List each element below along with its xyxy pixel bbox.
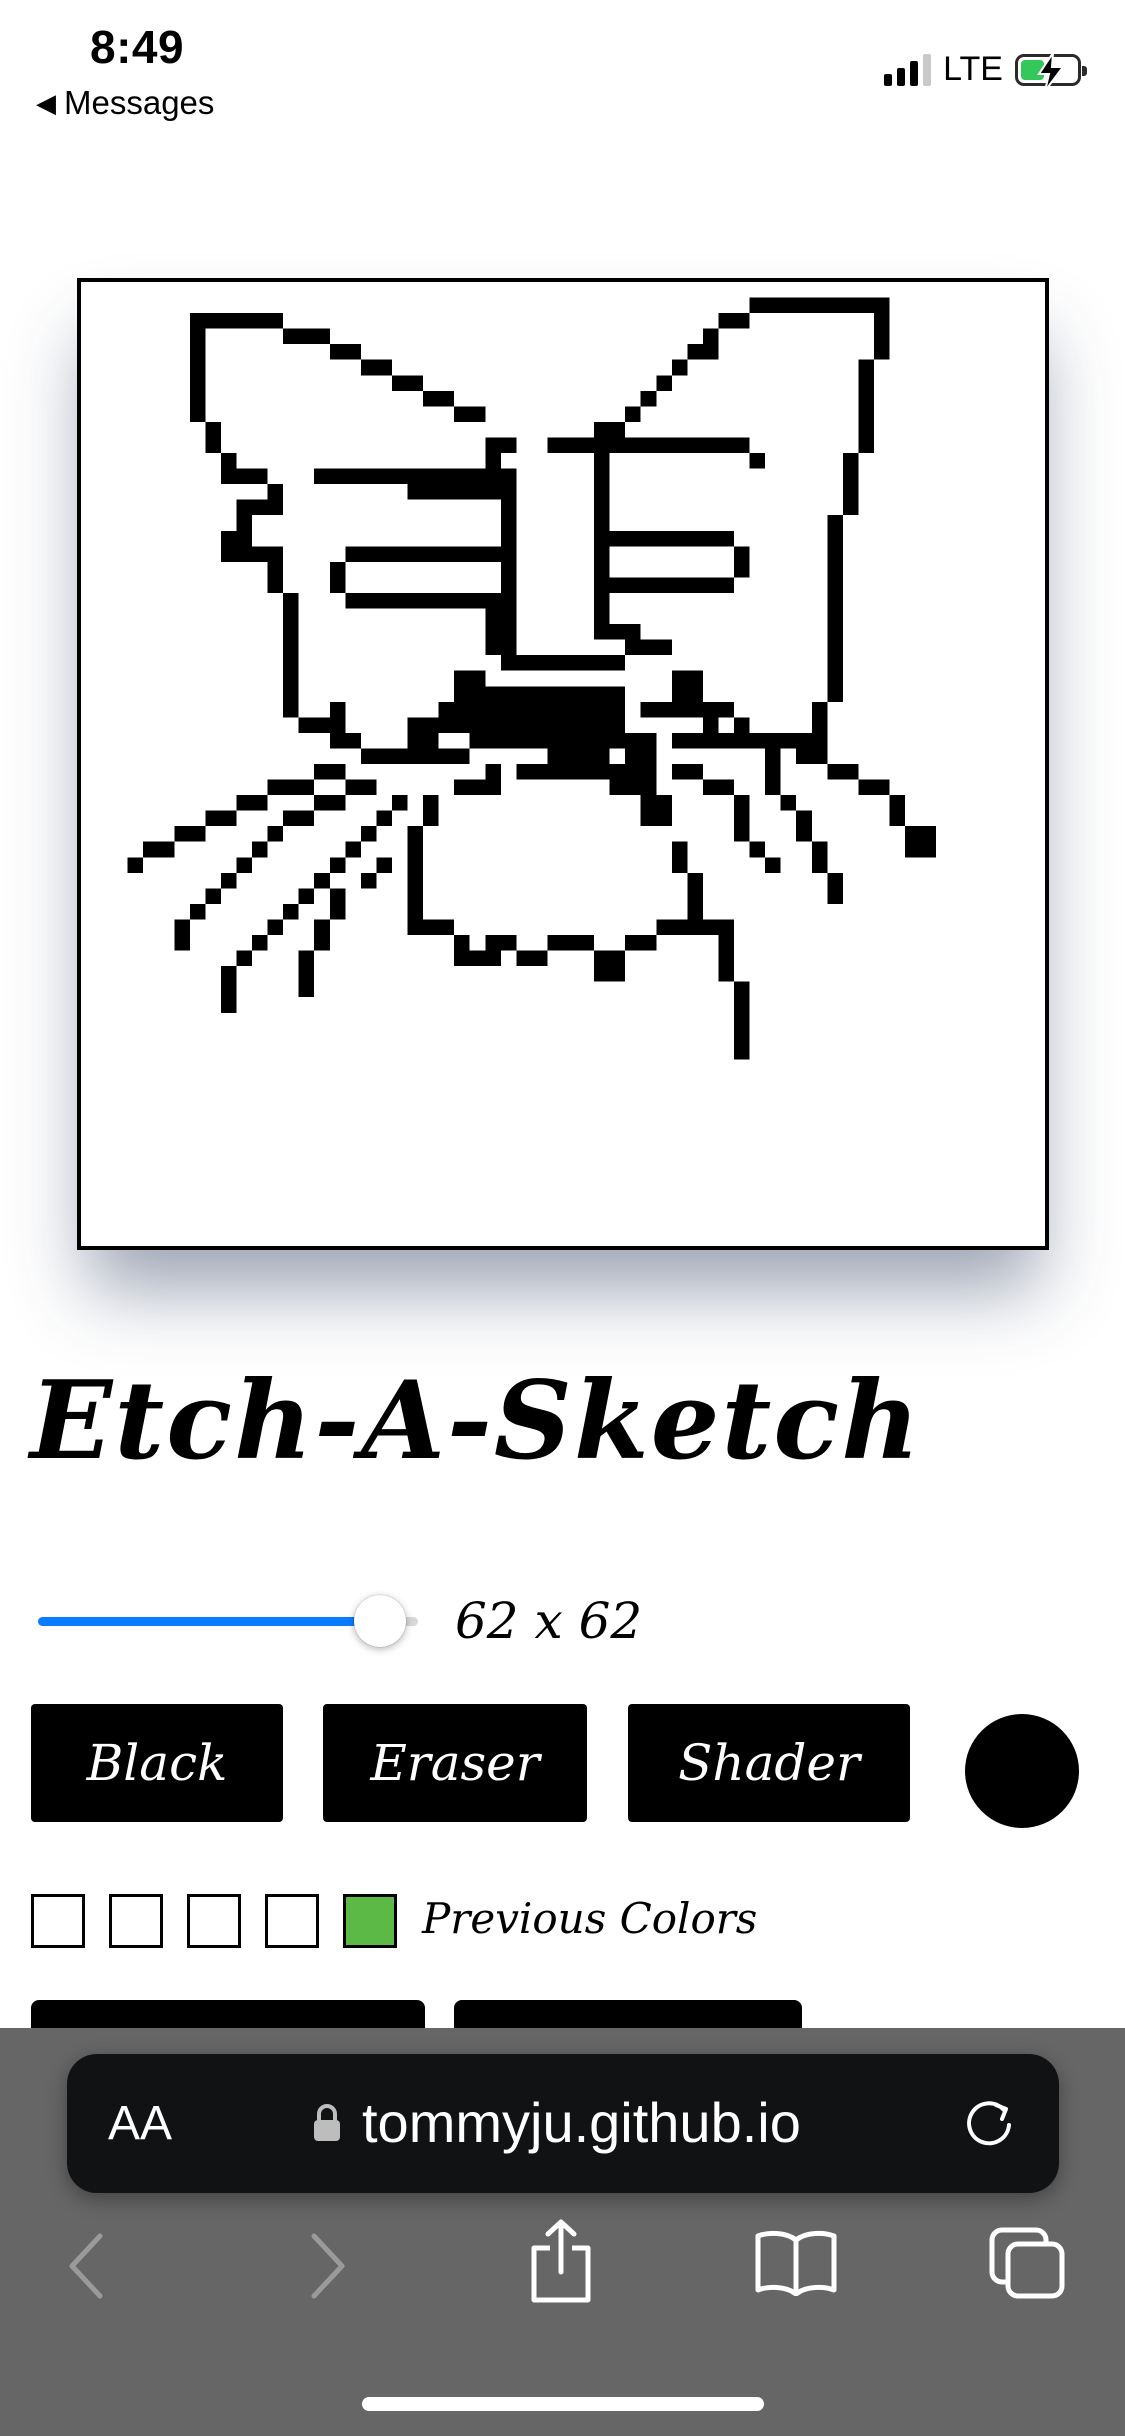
previous-color-swatch[interactable]	[187, 1894, 241, 1948]
drawing-cat-face	[127, 297, 937, 1060]
text-size-label: AA	[108, 2097, 173, 2150]
previous-color-swatch[interactable]	[109, 1894, 163, 1948]
signal-icon	[884, 53, 932, 86]
pixel-grid[interactable]	[81, 282, 1045, 1246]
back-arrow-icon: ◀	[36, 87, 56, 118]
url-display[interactable]: tommyju.github.io	[312, 2090, 801, 2155]
slider-track-fill	[38, 1617, 380, 1626]
status-indicators: LTE	[884, 50, 1087, 91]
tabs-icon[interactable]	[988, 2226, 1068, 2300]
grid-size-label: 62 x 62	[455, 1592, 643, 1650]
shader-button[interactable]: Shader	[628, 1704, 910, 1822]
back-to-messages[interactable]: ◀ Messages	[36, 84, 214, 122]
bookmarks-icon[interactable]	[754, 2228, 838, 2296]
text-size-button[interactable]: AA	[108, 2096, 172, 2151]
slider-thumb[interactable]	[354, 1595, 406, 1647]
back-app-label: Messages	[64, 84, 215, 121]
forward-icon[interactable]	[306, 2232, 350, 2300]
previous-color-swatch[interactable]	[265, 1894, 319, 1948]
grid-size-slider[interactable]	[38, 1595, 418, 1647]
eraser-button[interactable]: Eraser	[323, 1704, 587, 1822]
sketch-canvas[interactable]	[77, 278, 1049, 1250]
black-button[interactable]: Black	[31, 1704, 283, 1822]
battery-icon	[1015, 52, 1087, 91]
page-title: Etch-A-Sketch	[30, 1358, 922, 1484]
color-picker[interactable]	[965, 1714, 1079, 1828]
previous-colors-label: Previous Colors	[422, 1894, 758, 1943]
previous-color-swatch[interactable]	[343, 1894, 397, 1948]
share-icon[interactable]	[528, 2218, 594, 2304]
url-text: tommyju.github.io	[362, 2091, 801, 2154]
lock-icon	[314, 2103, 340, 2141]
status-time: 8:49	[90, 21, 185, 73]
previous-color-swatch[interactable]	[31, 1894, 85, 1948]
network-label: LTE	[943, 50, 1003, 88]
back-icon[interactable]	[64, 2232, 108, 2300]
home-indicator[interactable]	[362, 2397, 764, 2411]
reload-icon[interactable]	[960, 2093, 1018, 2151]
